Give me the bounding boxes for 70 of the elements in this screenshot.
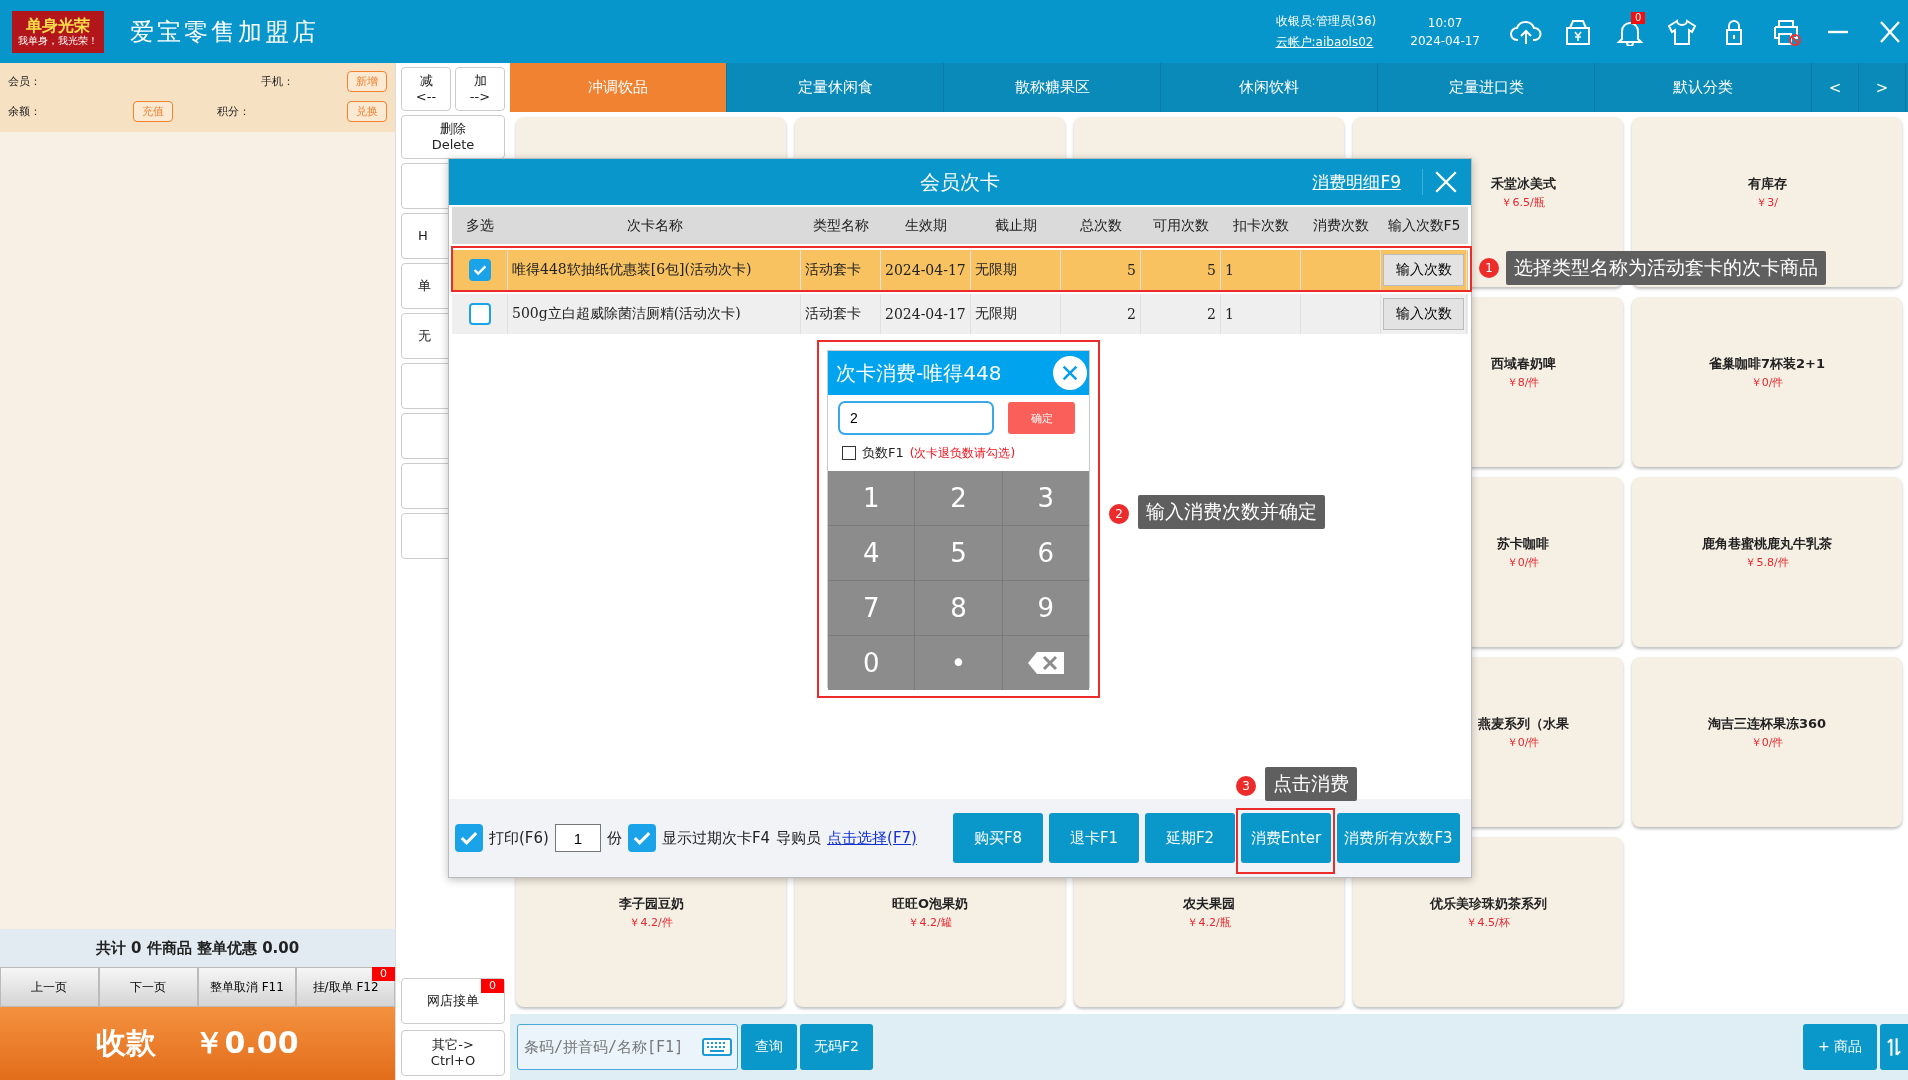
count-badge: 0 [372,967,395,981]
product-price: ￥4.2/罐 [908,915,952,930]
negative-label: 负数F1 [862,444,904,462]
clock-date: 2024-04-17 [1410,33,1480,48]
clock-time: 10:07 [1427,15,1463,30]
table-cell: 活动套卡 [805,305,861,323]
column-header: 总次数 [1079,216,1123,235]
product-name: 雀巢咖啡7杯装2+1 [1709,355,1825,373]
column-header: 多选 [465,216,495,235]
table-cell: 无限期 [975,305,1017,323]
table-cell: 2 [1127,306,1136,322]
product-name: 优乐美珍珠奶茶系列 [1429,895,1547,913]
checkout-amount: ￥0.00 [194,1024,299,1062]
product-price: ￥4.2/件 [629,915,673,930]
table-cell: 5 [1207,262,1216,278]
checkout-label: 收款 [96,1024,157,1062]
product-name: 鹿角巷蜜桃鹿丸牛乳茶 [1702,535,1832,553]
notification-badge: 0 [1631,11,1646,24]
product-price: ￥0/件 [1506,735,1540,750]
table-cell: 1 [1225,262,1234,278]
product-price: ￥3/ [1756,195,1778,210]
table-cell: 2024-04-17 [885,262,966,278]
product-name: 燕麦系列（水果 [1477,715,1569,733]
product-price: ￥4.5/杯 [1466,915,1510,930]
column-header: 类型名称 [812,216,870,235]
product-name: 有库存 [1747,175,1787,193]
table-cell: 2024-04-17 [885,306,966,322]
logo-title: 单身光荣 [26,16,90,35]
dialog-title: 次卡消费-唯得448 [836,359,1002,387]
logo-slogan: 我单身，我光荣！ [18,34,98,47]
product-name: 旺旺O泡果奶 [891,895,969,913]
step-tooltip: 点击消费 [1265,767,1357,801]
column-header: 次卡名称 [625,216,684,235]
table-cell: 500g立白超威除菌洁厕精(活动次卡) [512,305,741,323]
product-name: 淘吉三连杯果冻360 [1707,715,1827,733]
product-name: 西域春奶啤 [1490,355,1556,373]
balance-label: 余额： [8,103,41,119]
product-price: ￥0/件 [1506,555,1540,570]
product-price: ￥5.8/件 [1745,555,1789,570]
product-name: 李子园豆奶 [618,895,684,913]
cashier-label: 收银员:管理员(36) [1275,12,1377,30]
count-badge: 0 [481,979,504,993]
table-cell: 唯得448软抽纸优惠装[6包](活动次卡) [512,261,752,279]
step-tooltip: 输入消费次数并确定 [1138,495,1325,529]
table-cell: 1 [1225,306,1234,322]
product-price: ￥8/件 [1506,375,1540,390]
product-name: 苏卡咖啡 [1497,535,1549,553]
negative-hint: (次卡退负数请勾选) [909,444,1016,462]
product-price: ￥4.2/瓶 [1187,915,1231,930]
order-summary: 共计 0 件商品 整单优惠 0.00 [0,929,395,967]
column-header: 输入次数F5 [1386,216,1462,235]
product-price: ￥0/件 [1750,735,1784,750]
product-name: 农夫果园 [1183,895,1235,913]
dialog-title: 会员次卡 [920,168,1000,196]
product-price: ￥0/件 [1750,375,1784,390]
product-name: 禾堂冰美式 [1490,175,1556,193]
column-header: 截止期 [994,216,1038,235]
column-header: 扣卡次数 [1232,216,1290,235]
table-cell: 活动套卡 [805,261,861,279]
column-header: 生效期 [904,216,948,235]
table-cell: 2 [1207,306,1216,322]
product-price: ￥6.5/瓶 [1501,195,1545,210]
step-tooltip: 选择类型名称为活动套卡的次卡商品 [1506,251,1826,285]
column-header: 可用次数 [1152,216,1210,235]
phone-label: 手机： [261,73,294,89]
store-name: 爱宝零售加盟店 [130,16,319,48]
member-label: 会员： [8,73,41,89]
table-cell: 5 [1127,262,1136,278]
table-cell: 无限期 [975,261,1017,279]
points-label: 积分： [217,103,250,119]
